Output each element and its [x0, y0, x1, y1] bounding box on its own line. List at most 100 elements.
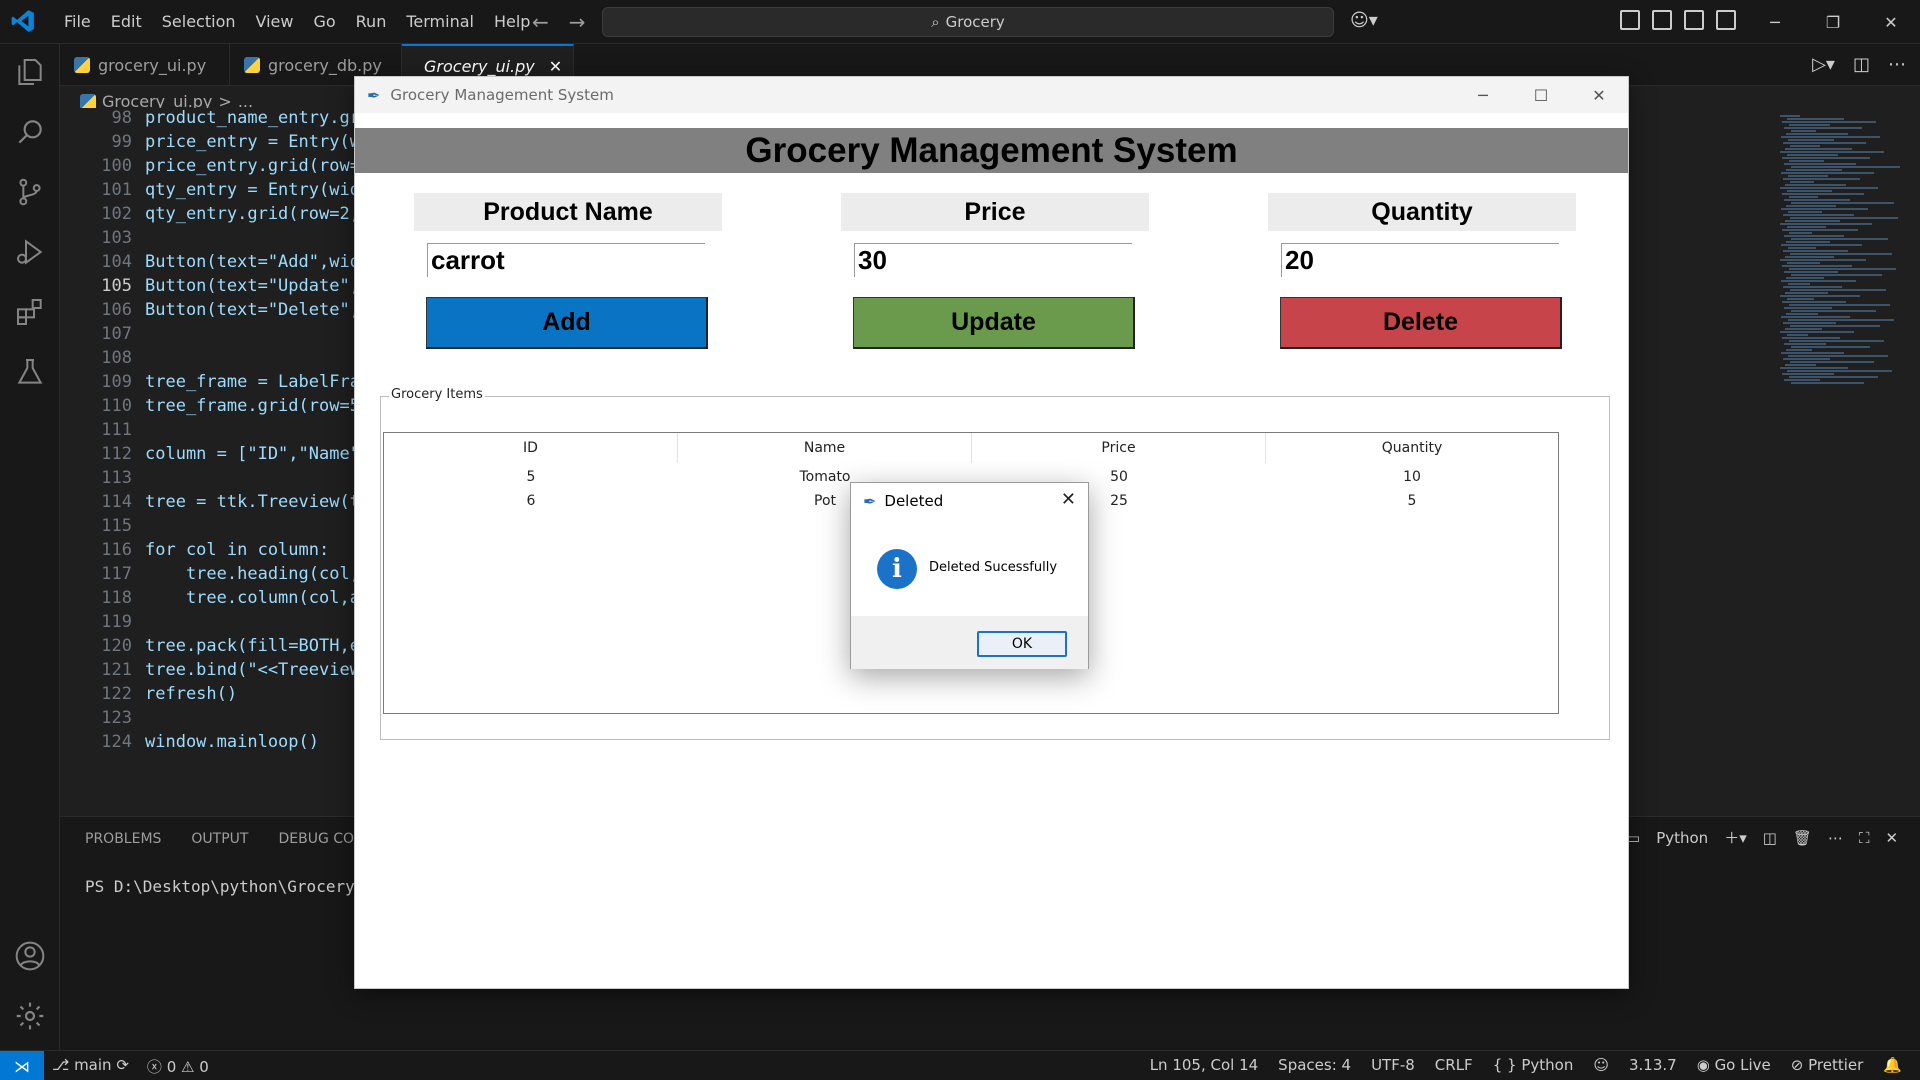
encoding[interactable]: UTF-8 — [1371, 1056, 1415, 1074]
line-number: 98 — [111, 108, 132, 128]
menu-terminal[interactable]: Terminal — [396, 12, 484, 31]
minimap-line — [1784, 379, 1820, 381]
line-number: 115 — [101, 516, 132, 536]
cell-id: 5 — [526, 469, 536, 485]
run-debug-icon[interactable] — [14, 236, 46, 268]
menu-file[interactable]: File — [54, 12, 101, 31]
add-button[interactable]: Add — [426, 297, 708, 349]
tab-grocery-ui[interactable]: grocery_ui.py — [60, 44, 230, 86]
more-icon[interactable]: ⋯ — [1828, 829, 1843, 847]
tab-output[interactable]: OUTPUT — [191, 831, 248, 847]
column-header-price[interactable]: Price — [972, 433, 1266, 463]
menu-bar: File Edit Selection View Go Run Terminal… — [54, 12, 540, 31]
minimap-line — [1783, 250, 1848, 252]
minimap-line — [1791, 274, 1882, 276]
menu-view[interactable]: View — [246, 12, 304, 31]
terminal-actions: ▭ Python ＋▾ ◫ 🗑 ⋯ ⛶ ✕ — [1626, 827, 1898, 848]
price-label: Price — [841, 193, 1149, 231]
eol[interactable]: CRLF — [1435, 1056, 1473, 1074]
cursor-position[interactable]: Ln 105, Col 14 — [1150, 1056, 1258, 1074]
notifications-icon[interactable]: 🔔 — [1883, 1056, 1902, 1074]
terminal-prompt[interactable]: PS D:\Desktop\python\Grocery> — [85, 877, 364, 896]
ok-button[interactable]: OK — [977, 631, 1067, 657]
prettier[interactable]: ⊘ Prettier — [1791, 1056, 1864, 1074]
price-entry[interactable]: 30 — [854, 243, 1132, 277]
column-header-id[interactable]: ID — [384, 433, 678, 463]
source-control-icon[interactable] — [14, 176, 46, 208]
product-name-entry[interactable]: carrot — [427, 243, 705, 277]
update-button[interactable]: Update — [853, 297, 1135, 349]
branch-item[interactable]: ⎇ main ⟳ — [52, 1056, 129, 1077]
forward-arrow-icon[interactable]: → — [569, 10, 586, 34]
status-bar: ⋊ ⎇ main ⟳ ⓧ 0 ⚠ 0 Ln 105, Col 14 Spaces… — [0, 1050, 1920, 1080]
testing-icon[interactable] — [14, 356, 46, 388]
new-terminal-icon[interactable]: ＋▾ — [1724, 827, 1747, 848]
extensions-icon[interactable] — [14, 296, 46, 328]
split-terminal-icon[interactable]: ◫ — [1763, 829, 1777, 847]
tab-label: grocery_db.py — [268, 55, 382, 75]
language-label: Python — [1521, 1056, 1574, 1074]
app-maximize-icon[interactable]: ☐ — [1512, 77, 1570, 113]
line-number: 110 — [101, 396, 132, 416]
settings-gear-icon[interactable] — [14, 1000, 46, 1032]
indentation[interactable]: Spaces: 4 — [1278, 1056, 1351, 1074]
minimize-icon[interactable]: ─ — [1746, 0, 1804, 44]
close-panel-icon[interactable]: ✕ — [1885, 829, 1898, 847]
minimap-line — [1785, 328, 1822, 330]
close-icon[interactable]: ✕ — [1862, 0, 1920, 44]
close-tab-icon[interactable]: ✕ — [549, 57, 562, 76]
minimap-line — [1790, 361, 1874, 363]
language-mode[interactable]: { } Python — [1493, 1056, 1574, 1074]
code-text: column = ["ID","Name", — [145, 444, 371, 464]
problems-item[interactable]: ⓧ 0 ⚠ 0 — [147, 1056, 209, 1077]
kill-terminal-icon[interactable]: 🗑 — [1793, 829, 1812, 847]
maximize-panel-icon[interactable]: ⛶ — [1859, 829, 1870, 847]
explorer-icon[interactable] — [14, 56, 46, 88]
column-header-quantity[interactable]: Quantity — [1266, 433, 1558, 463]
terminal-profile[interactable]: Python — [1656, 829, 1708, 847]
code-text: qty_entry = Entry(widt — [145, 180, 371, 200]
minimap-line — [1786, 313, 1818, 315]
more-actions-icon[interactable]: ⋯ — [1888, 54, 1906, 75]
search-icon[interactable] — [14, 116, 46, 148]
line-number: 104 — [101, 252, 132, 272]
app-close-icon[interactable]: ✕ — [1570, 77, 1628, 113]
delete-button[interactable]: Delete — [1280, 297, 1562, 349]
back-arrow-icon[interactable]: ← — [532, 10, 549, 34]
python-version[interactable]: 3.13.7 — [1629, 1056, 1677, 1074]
restore-icon[interactable]: ❐ — [1804, 0, 1862, 44]
minimap[interactable] — [1780, 115, 1900, 384]
toggle-secondary-sidebar-icon[interactable] — [1716, 10, 1736, 30]
app-minimize-icon[interactable]: ─ — [1454, 77, 1512, 113]
minimap-line — [1782, 229, 1858, 231]
braces-icon: { } — [1492, 1056, 1517, 1074]
split-editor-icon[interactable]: ◫ — [1853, 54, 1870, 75]
run-file-icon[interactable]: ▷▾ — [1812, 54, 1835, 75]
menu-go[interactable]: Go — [303, 12, 345, 31]
cell-id: 6 — [526, 493, 536, 509]
column-header-name[interactable]: Name — [678, 433, 972, 463]
toggle-sidebar-icon[interactable] — [1652, 10, 1672, 30]
line-number: 113 — [101, 468, 132, 488]
account-icon[interactable] — [14, 940, 46, 972]
quantity-label: Quantity — [1268, 193, 1576, 231]
minimap-line — [1788, 319, 1894, 321]
minimap-line — [1783, 358, 1830, 360]
quantity-entry[interactable]: 20 — [1281, 243, 1559, 277]
menu-edit[interactable]: Edit — [101, 12, 152, 31]
menu-selection[interactable]: Selection — [152, 12, 246, 31]
copilot-status-icon[interactable]: ☺ — [1593, 1056, 1609, 1074]
minimap-line — [1786, 205, 1836, 207]
menu-run[interactable]: Run — [346, 12, 397, 31]
tab-problems[interactable]: PROBLEMS — [85, 831, 161, 847]
dialog-close-icon[interactable]: ✕ — [1061, 489, 1076, 510]
customize-layout-icon[interactable] — [1620, 10, 1640, 30]
go-live[interactable]: ◉ Go Live — [1697, 1056, 1771, 1074]
toggle-panel-icon[interactable] — [1684, 10, 1704, 30]
remote-icon[interactable]: ⋊ — [0, 1051, 44, 1080]
cell-quantity: 5 — [1407, 493, 1417, 509]
copilot-icon[interactable]: ☺▾ — [1350, 10, 1378, 31]
warning-count: 0 — [199, 1058, 209, 1076]
minimap-line — [1786, 349, 1812, 351]
command-center-search[interactable]: ⌕ Grocery — [602, 7, 1334, 37]
